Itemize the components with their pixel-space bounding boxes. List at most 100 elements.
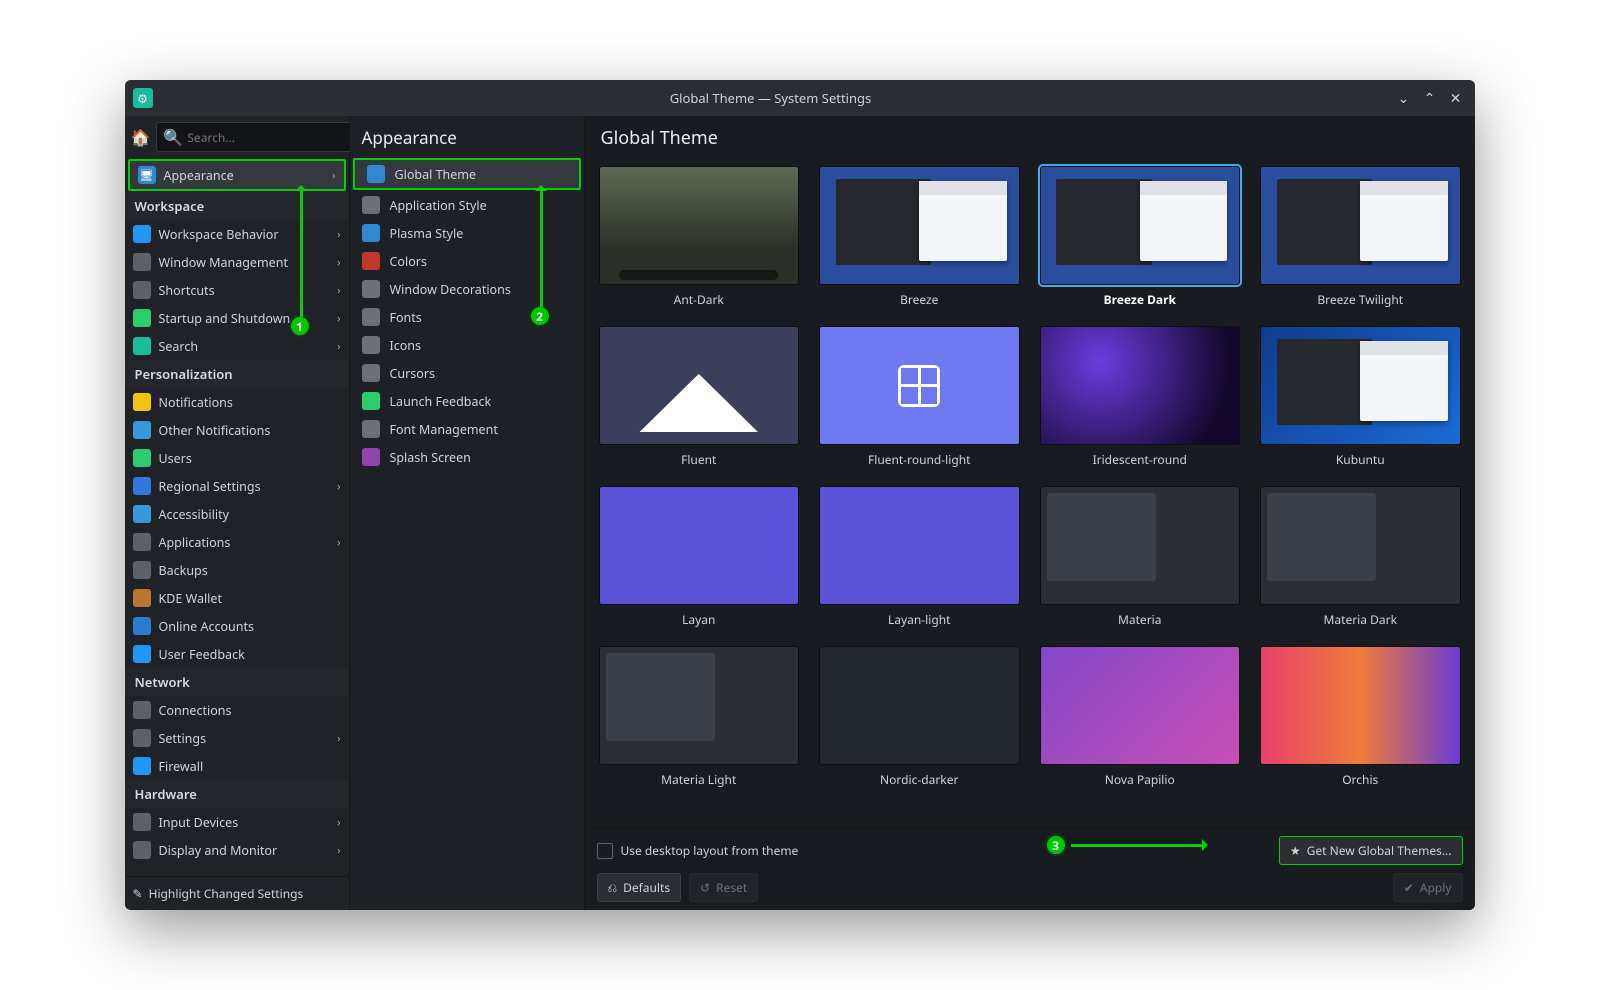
sidebar-item[interactable]: Users — [125, 444, 349, 472]
sidebar-item[interactable]: Window Management› — [125, 248, 349, 276]
sub-item-label: Splash Screen — [390, 449, 471, 466]
sidebar-item-label: Firewall — [159, 758, 204, 775]
sidebar-item[interactable]: Accessibility — [125, 500, 349, 528]
theme-label: Materia Light — [661, 771, 736, 788]
sidebar-item[interactable]: Display and Monitor› — [125, 836, 349, 864]
theme-thumbnail — [599, 166, 800, 285]
theme-card[interactable]: Kubuntu — [1260, 326, 1461, 468]
check-icon: ✔ — [1404, 879, 1414, 896]
sidebar-item-label: KDE Wallet — [159, 590, 222, 607]
sidebar-item-icon — [133, 561, 151, 579]
sidebar-item[interactable]: Workspace Behavior› — [125, 220, 349, 248]
minimize-button[interactable]: ⌄ — [1393, 87, 1415, 109]
sidebar-item[interactable]: Other Notifications — [125, 416, 349, 444]
sidebar-item-icon — [133, 505, 151, 523]
close-button[interactable]: ✕ — [1445, 87, 1467, 109]
theme-card[interactable]: Iridescent-round — [1040, 326, 1241, 468]
get-new-themes-label: Get New Global Themes... — [1307, 842, 1452, 859]
sidebar-item[interactable]: Firewall — [125, 752, 349, 780]
annotation-badge-1: 1 — [289, 315, 311, 337]
sidebar-item[interactable]: KDE Wallet — [125, 584, 349, 612]
sidebar-item-icon — [133, 701, 151, 719]
sidebar-item[interactable]: Regional Settings› — [125, 472, 349, 500]
sub-item[interactable]: Splash Screen — [350, 443, 584, 471]
sub-item[interactable]: Window Decorations — [350, 275, 584, 303]
theme-card[interactable]: Nova Papilio — [1040, 646, 1241, 788]
sidebar-item-icon — [133, 589, 151, 607]
sub-item-icon — [362, 336, 380, 354]
theme-card[interactable]: Breeze Twilight — [1260, 166, 1461, 308]
get-new-themes-button[interactable]: ★ Get New Global Themes... — [1279, 836, 1463, 865]
highlight-changed-button[interactable]: ✎ Highlight Changed Settings — [125, 876, 349, 910]
sidebar-category: Hardware — [125, 780, 349, 808]
theme-card[interactable]: Fluent — [599, 326, 800, 468]
home-button[interactable]: 🏠 — [131, 124, 151, 150]
pencil-icon: ✎ — [133, 885, 143, 902]
apply-button[interactable]: ✔ Apply — [1393, 873, 1463, 902]
maximize-button[interactable]: ⌃ — [1419, 87, 1441, 109]
sidebar-item[interactable]: Applications› — [125, 528, 349, 556]
sidebar-item[interactable]: Shortcuts› — [125, 276, 349, 304]
sidebar-item[interactable]: Search › — [125, 332, 349, 360]
theme-card[interactable]: Nordic-darker — [819, 646, 1020, 788]
sidebar-item[interactable]: Notifications — [125, 388, 349, 416]
theme-card[interactable]: Ant-Dark — [599, 166, 800, 308]
desktop-layout-checkbox[interactable] — [597, 843, 613, 859]
sub-item[interactable]: Icons — [350, 331, 584, 359]
theme-label: Breeze Twilight — [1317, 291, 1403, 308]
theme-thumbnail — [599, 646, 800, 765]
main-title: Global Theme — [585, 116, 1475, 156]
sidebar-item[interactable]: Online Accounts — [125, 612, 349, 640]
reset-button[interactable]: ↺ Reset — [689, 873, 758, 902]
star-icon: ★ — [1290, 842, 1301, 859]
sidebar-item-label: Window Management — [159, 254, 288, 271]
theme-card[interactable]: Layan — [599, 486, 800, 628]
sidebar-item-label: Notifications — [159, 394, 233, 411]
theme-thumbnail — [1040, 326, 1241, 445]
sub-item-icon — [362, 224, 380, 242]
sub-item[interactable]: Application Style — [350, 191, 584, 219]
sidebar-item[interactable]: Input Devices› — [125, 808, 349, 836]
search-input[interactable] — [187, 129, 361, 146]
theme-thumbnail — [599, 326, 800, 445]
sidebar-category: Personalization — [125, 360, 349, 388]
sidebar-item-label: Connections — [159, 702, 232, 719]
theme-card[interactable]: Materia Light — [599, 646, 800, 788]
theme-card[interactable]: Materia — [1040, 486, 1241, 628]
sidebar-item-icon — [133, 813, 151, 831]
sub-item[interactable]: Cursors — [350, 359, 584, 387]
search-icon: 🔍 — [163, 126, 183, 148]
sidebar-category: Network — [125, 668, 349, 696]
chevron-right-icon: › — [337, 843, 340, 858]
theme-card[interactable]: Orchis — [1260, 646, 1461, 788]
annotation-badge-3: 3 — [1045, 834, 1067, 856]
sub-item[interactable]: Font Management — [350, 415, 584, 443]
sidebar-item[interactable]: Backups — [125, 556, 349, 584]
sidebar-item-icon — [133, 841, 151, 859]
theme-card[interactable]: Breeze — [819, 166, 1020, 308]
defaults-icon: ⎌ — [608, 879, 618, 896]
sub-item-icon — [362, 392, 380, 410]
sub-item[interactable]: Plasma Style — [350, 219, 584, 247]
sidebar-item[interactable]: User Feedback — [125, 640, 349, 668]
sidebar-item-icon — [133, 337, 151, 355]
sub-item[interactable]: Colors — [350, 247, 584, 275]
sidebar-item-label: Applications — [159, 534, 231, 551]
sidebar-item[interactable]: Settings› — [125, 724, 349, 752]
defaults-button[interactable]: ⎌ Defaults — [597, 873, 682, 902]
sidebar-item[interactable]: Connections — [125, 696, 349, 724]
theme-card[interactable]: Breeze Dark — [1040, 166, 1241, 308]
sidebar-item-icon — [133, 645, 151, 663]
theme-card[interactable]: Layan-light — [819, 486, 1020, 628]
sub-item[interactable]: Launch Feedback — [350, 387, 584, 415]
search-field[interactable]: 🔍 — [156, 122, 368, 152]
sidebar-item[interactable]: Startup and Shutdown› — [125, 304, 349, 332]
sub-item-label: Icons — [390, 337, 422, 354]
chevron-right-icon: › — [337, 815, 340, 830]
theme-card[interactable]: Fluent-round-light — [819, 326, 1020, 468]
theme-card[interactable]: Materia Dark — [1260, 486, 1461, 628]
sidebar-item-label: Search — [159, 338, 199, 355]
sidebar-item-appearance[interactable]: 🖥 Appearance › — [128, 159, 346, 191]
chevron-right-icon: › — [337, 339, 340, 354]
sub-item-icon — [362, 280, 380, 298]
